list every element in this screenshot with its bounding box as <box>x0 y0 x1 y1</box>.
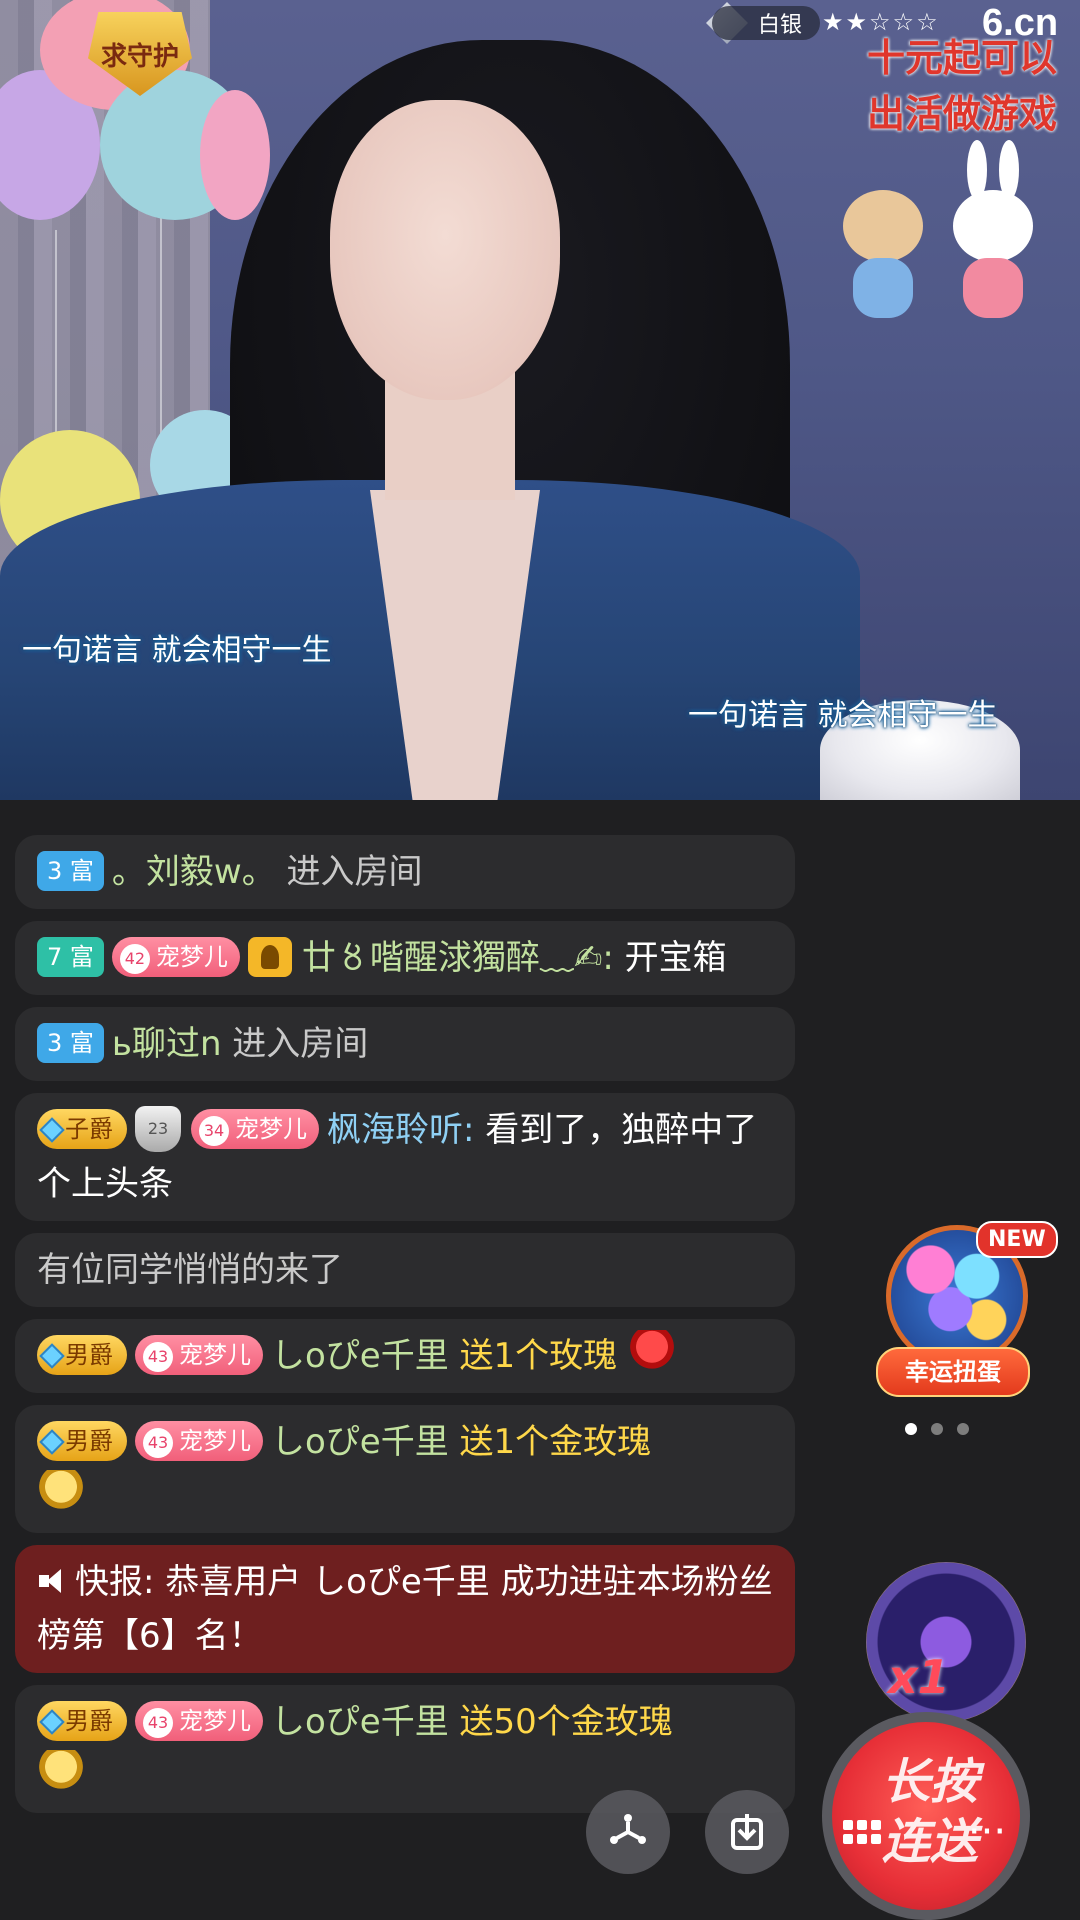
announcement-text: 快报: 恭喜用户 しoぴe千里 成功进驻本场粉丝榜第【6】名！ <box>37 1562 773 1656</box>
gift-message: 男爵 43 宠梦儿 しoぴe千里 送50个金玫瑰 <box>15 1685 795 1813</box>
new-badge: NEW <box>976 1221 1058 1258</box>
message-action: 进入房间 <box>275 852 423 892</box>
pager-dot <box>957 1423 969 1435</box>
system-text: 有位同学悄悄的来了 <box>37 1250 343 1290</box>
widget-pager <box>905 1420 983 1439</box>
gift-text: 送1个玫瑰 <box>448 1336 618 1376</box>
announcement-message: 快报: 恭喜用户 しoぴe千里 成功进驻本场粉丝榜第【6】名！ <box>15 1545 795 1673</box>
guard-level-icon: 23 <box>135 1105 181 1152</box>
lyric-left: 一句诺言 就会相守一生 <box>22 633 332 668</box>
chat-list[interactable]: 3 富。刘毅w。 进入房间 7 富 42 宠梦儿 廿〥喈醒浗獨醉﹏✍: 开宝箱 3 富… <box>15 835 795 1825</box>
username[interactable]: しoぴe千里 <box>271 1702 449 1742</box>
username[interactable]: 枫海聆听: <box>327 1110 474 1150</box>
fan-club-badge: 34 宠梦儿 <box>191 1108 319 1149</box>
bunny-sticker <box>945 140 1041 330</box>
username[interactable]: しoぴe千里 <box>271 1336 449 1376</box>
chat-message: 3 富 ь聊过n 进入房间 <box>15 1007 795 1081</box>
noble-title-badge: 子爵 <box>37 1108 127 1149</box>
system-message: 有位同学悄悄的来了 <box>15 1233 795 1307</box>
noble-title-badge: 男爵 <box>37 1700 127 1741</box>
apps-button[interactable] <box>820 1790 904 1874</box>
chat-message: 3 富。刘毅w。 进入房间 <box>15 835 795 909</box>
chat-message: 子爵 23 34 宠梦儿 枫海聆听: 看到了，独醉中了个上头条 <box>15 1093 795 1221</box>
pager-dot <box>905 1423 917 1435</box>
share-icon <box>610 1814 646 1844</box>
wealth-rank-badge: 3 富 <box>37 850 104 891</box>
gashapon-label: 幸运扭蛋 <box>876 1347 1030 1397</box>
message-action: 进入房间 <box>221 1024 369 1064</box>
bear-sticker <box>835 180 931 330</box>
level-label: 白银 <box>758 13 803 38</box>
fan-level: 42 <box>119 943 150 974</box>
balloon-string <box>160 200 162 440</box>
fan-club-badge: 43 宠梦儿 <box>135 1334 263 1375</box>
lyric-right: 一句诺言 就会相守一生 <box>688 698 998 733</box>
username[interactable]: ь聊过n <box>112 1024 222 1064</box>
fan-club-name: 宠梦儿 <box>155 942 228 971</box>
message-text: 开宝箱 <box>613 938 727 978</box>
gift-message: 男爵 43 宠梦儿 しoぴe千里 送1个玫瑰 <box>15 1319 795 1393</box>
download-icon <box>731 1814 763 1850</box>
gift-message: 男爵 43 宠梦儿 しoぴe千里 送1个金玫瑰 <box>15 1405 795 1533</box>
rose-gift-icon <box>628 1329 676 1378</box>
fan-club-badge: 43 宠梦儿 <box>135 1420 263 1461</box>
balloon <box>200 90 270 220</box>
promo-line-2: 出活做游戏 <box>866 92 1057 136</box>
fan-club-name: 宠梦儿 <box>235 1114 307 1143</box>
share-button[interactable] <box>586 1790 670 1874</box>
username[interactable]: 廿〥喈醒浗獨醉﹏✍: <box>302 938 614 978</box>
promo-overlay: 十元起可以 出活做游戏 <box>852 30 1072 156</box>
chat-message: 7 富 42 宠梦儿 廿〥喈醒浗獨醉﹏✍: 开宝箱 <box>15 921 795 995</box>
gold-rose-gift-icon <box>37 1749 85 1798</box>
gift-text: 送1个金玫瑰 <box>448 1422 652 1462</box>
noble-title-badge: 男爵 <box>37 1334 127 1375</box>
live-video[interactable]: 求守护 白银 ★★☆☆☆ 6.cn 十元起可以 出活做游戏 一句诺言 就会相守一… <box>0 0 1080 800</box>
combo-multiplier: x1 <box>888 1650 950 1704</box>
more-icon: ··· <box>967 1809 1007 1855</box>
username[interactable]: しoぴe千里 <box>271 1422 449 1462</box>
gift-text: 送50个金玫瑰 <box>448 1702 673 1742</box>
fan-club-name: 宠梦儿 <box>179 1706 251 1735</box>
fan-level: 43 <box>143 1427 173 1458</box>
promo-line-1: 十元起可以 <box>866 36 1057 80</box>
fan-club-name: 宠梦儿 <box>179 1340 251 1369</box>
download-button[interactable] <box>705 1790 789 1874</box>
pager-dot <box>931 1423 943 1435</box>
username[interactable]: 。刘毅w。 <box>112 852 276 892</box>
streamer-face <box>330 100 560 400</box>
gold-rose-gift-icon <box>37 1469 85 1518</box>
wealth-rank-badge: 3 富 <box>37 1022 104 1063</box>
wealth-rank-badge: 7 富 <box>37 936 104 977</box>
noble-title-badge: 男爵 <box>37 1420 127 1461</box>
guard-badge-label: 求守护 <box>100 41 179 72</box>
fan-club-badge: 43 宠梦儿 <box>135 1700 263 1741</box>
more-button[interactable]: ··· <box>945 1790 1029 1874</box>
user-icon <box>247 936 292 977</box>
fan-level: 43 <box>143 1707 173 1738</box>
fan-club-name: 宠梦儿 <box>179 1426 251 1455</box>
fan-level: 34 <box>199 1115 229 1146</box>
grid-icon <box>843 1820 881 1844</box>
fan-club-badge: 42 宠梦儿 <box>111 936 240 977</box>
fan-level: 43 <box>143 1341 173 1372</box>
lucky-gashapon-button[interactable]: NEW 幸运扭蛋 <box>872 1221 1058 1405</box>
level-pill[interactable]: 白银 <box>712 6 821 40</box>
speaker-icon <box>37 1566 67 1596</box>
